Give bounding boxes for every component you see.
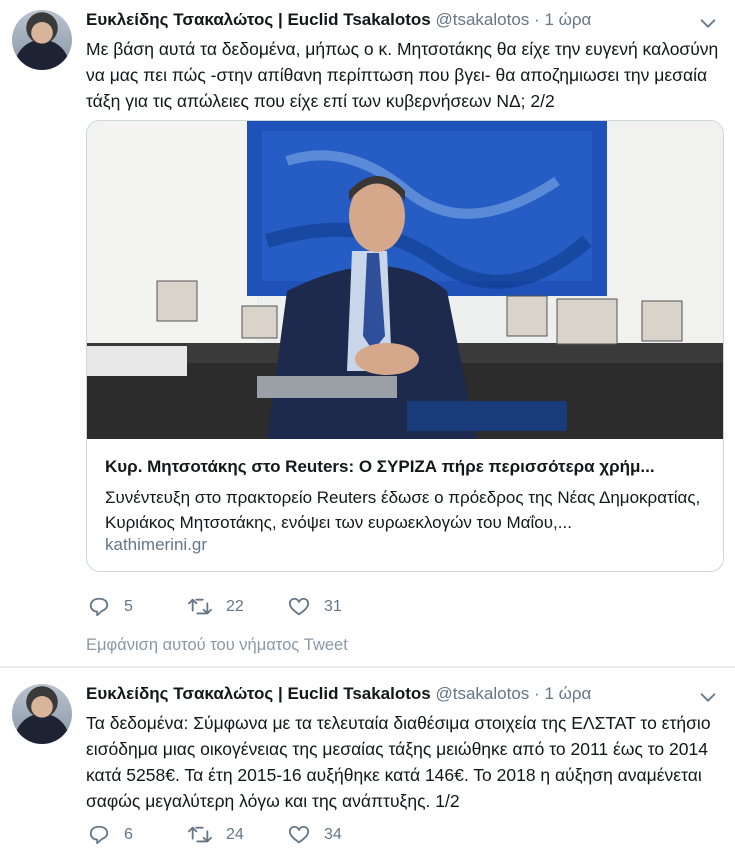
tweet-text: Τα δεδομένα: Σύμφωνα με τα τελευταία δια… xyxy=(86,713,711,811)
retweet-button[interactable]: 24 xyxy=(188,824,288,846)
tweet-text: Με βάση αυτά τα δεδομένα, μήπως ο κ. Μητ… xyxy=(86,39,719,111)
like-count: 31 xyxy=(324,598,342,615)
author-handle[interactable]: @tsakalotos xyxy=(435,684,529,703)
tweet-header: Ευκλείδης Τσακαλώτος | Euclid Tsakalotos… xyxy=(86,10,591,30)
retweet-count: 22 xyxy=(226,598,244,615)
retweet-button[interactable]: 22 xyxy=(188,596,288,618)
separator-dot: · xyxy=(534,684,540,703)
reply-count: 5 xyxy=(124,598,133,615)
card-domain: kathimerini.gr xyxy=(105,535,208,554)
reply-button[interactable]: 5 xyxy=(88,596,188,618)
like-icon xyxy=(288,825,310,844)
like-count: 34 xyxy=(324,826,342,843)
retweet-count: 24 xyxy=(226,826,244,843)
author-name[interactable]: Ευκλείδης Τσακαλώτος | Euclid Tsakalotos xyxy=(86,684,431,703)
chevron-down-icon[interactable] xyxy=(697,12,719,34)
like-icon xyxy=(288,597,310,616)
retweet-icon xyxy=(188,598,212,615)
card-image[interactable] xyxy=(87,121,723,439)
show-thread-link[interactable]: Εμφάνιση αυτού του νήματος Tweet xyxy=(86,636,348,655)
retweet-icon xyxy=(188,826,212,843)
tweet-header: Ευκλείδης Τσακαλώτος | Euclid Tsakalotos… xyxy=(86,684,591,704)
card-description: Συνέντευξη στο πρακτορείο Reuters έδωσε … xyxy=(105,488,701,532)
reply-button[interactable]: 6 xyxy=(88,824,188,846)
card-title[interactable]: Κυρ. Μητσοτάκης στο Reuters: Ο ΣΥΡΙΖΑ πή… xyxy=(105,457,705,477)
reply-icon xyxy=(89,597,109,617)
tweet-1[interactable]: Ευκλείδης Τσακαλώτος | Euclid Tsakalotos… xyxy=(0,0,735,666)
separator-dot: · xyxy=(534,10,540,29)
author-handle[interactable]: @tsakalotos xyxy=(435,10,529,29)
like-button[interactable]: 31 xyxy=(288,596,388,618)
link-card[interactable]: Κυρ. Μητσοτάκης στο Reuters: Ο ΣΥΡΙΖΑ πή… xyxy=(86,120,724,572)
tweet-actions: 6 24 34 xyxy=(88,824,388,846)
author-name[interactable]: Ευκλείδης Τσακαλώτος | Euclid Tsakalotos xyxy=(86,10,431,29)
avatar[interactable] xyxy=(12,684,72,744)
reply-icon xyxy=(89,825,109,845)
reply-count: 6 xyxy=(124,826,133,843)
avatar[interactable] xyxy=(12,10,72,70)
like-button[interactable]: 34 xyxy=(288,824,388,846)
tweet-2[interactable]: Ευκλείδης Τσακαλώτος | Euclid Tsakalotos… xyxy=(0,668,735,850)
chevron-down-icon[interactable] xyxy=(697,686,719,708)
tweet-time[interactable]: 1 ώρα xyxy=(544,684,591,703)
tweet-actions: 5 22 31 xyxy=(88,596,388,618)
tweet-time[interactable]: 1 ώρα xyxy=(544,10,591,29)
